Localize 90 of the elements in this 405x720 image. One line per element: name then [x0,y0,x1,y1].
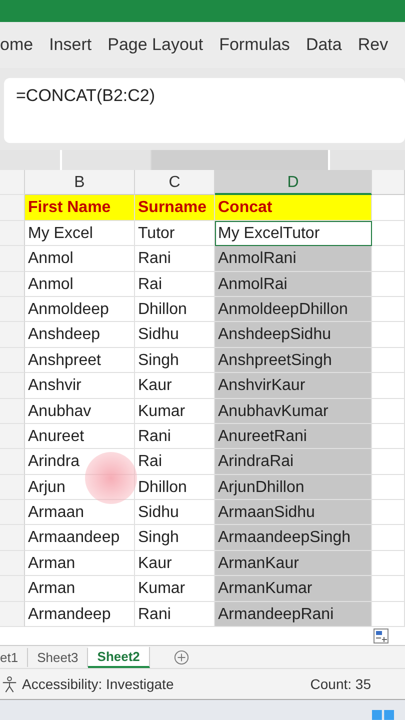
table-cell [372,195,405,221]
header-cell: First Name [25,195,135,221]
accessibility-icon[interactable] [1,676,18,692]
row-header[interactable] [0,576,25,602]
quick-analysis-icon[interactable] [373,628,389,644]
table-cell: AnmolRani [215,246,372,272]
row-header[interactable] [0,220,25,246]
row-header[interactable] [0,373,25,399]
table-cell: Anshvir [25,373,135,399]
row-header[interactable] [0,398,25,424]
table-cell [372,449,405,475]
row-header[interactable] [0,474,25,500]
row-header[interactable] [0,246,25,272]
table-cell: ArmaanSidhu [215,500,372,526]
table-cell [372,576,405,602]
table-cell [372,348,405,374]
row-header[interactable] [0,195,25,221]
table-cell: Anshdeep [25,322,135,348]
table-cell: Anubhav [25,398,135,424]
sheet-tab[interactable]: Sheet2 [88,646,150,668]
table-cell: AnubhavKumar [215,398,372,424]
table-cell [372,602,405,628]
table-cell: Armaan [25,500,135,526]
table-cell: Arindra [25,449,135,475]
table-cell: AnshdeepSidhu [215,322,372,348]
table-cell [372,220,405,246]
ribbon-tab[interactable]: Page Layout [108,35,204,55]
table-cell: ArmandeepRani [215,602,372,628]
table-cell: Arjun [25,474,135,500]
table-cell: Arman [25,576,135,602]
select-all-corner[interactable] [0,170,25,196]
table-cell [372,550,405,576]
click-indicator [85,452,137,504]
table-cell [372,500,405,526]
table-cell: My Excel [25,220,135,246]
count-status: Count: 35 [310,676,371,692]
header-cell: Concat [215,195,372,221]
table-cell [372,474,405,500]
table-cell: ArjunDhillon [215,474,372,500]
table-cell: AnshvirKaur [215,373,372,399]
ribbon-tab[interactable]: ome [0,35,34,55]
table-cell [372,296,405,322]
row-header[interactable] [0,348,25,374]
header-cell: Surname [135,195,215,221]
column-header[interactable]: B [25,170,135,196]
table-cell: Tutor [135,220,215,246]
row-header[interactable] [0,550,25,576]
table-cell: AnshpreetSingh [215,348,372,374]
row-header[interactable] [0,602,25,628]
ribbon-tab[interactable]: Formulas [219,35,290,55]
table-cell: Arman [25,550,135,576]
table-cell [372,525,405,551]
row-header[interactable] [0,500,25,526]
table-cell: AnureetRani [215,424,372,450]
column-header[interactable]: C [135,170,215,196]
column-header[interactable] [372,170,405,196]
table-cell: Anmoldeep [25,296,135,322]
row-header[interactable] [0,449,25,475]
row-header[interactable] [0,525,25,551]
table-cell [372,246,405,272]
column-header[interactable]: D [215,170,372,196]
accessibility-status[interactable]: Accessibility: Investigate [22,676,174,692]
ribbon-tab[interactable]: Insert [49,35,92,55]
table-cell [372,398,405,424]
row-header[interactable] [0,322,25,348]
table-cell [372,424,405,450]
table-cell: ArindraRai [215,449,372,475]
table-cell: ArmaandeepSingh [215,525,372,551]
ribbon-tab[interactable]: Data [306,35,342,55]
table-cell [372,322,405,348]
row-header[interactable] [0,424,25,450]
row-header[interactable] [0,272,25,297]
table-cell: My ExcelTutor [215,220,372,246]
row-header[interactable] [0,296,25,322]
ribbon-tab[interactable]: Rev [358,35,388,55]
table-cell: Anureet [25,424,135,450]
table-cell: Anmol [25,272,135,297]
sheet-tab[interactable]: et1 [0,648,28,666]
table-cell [372,373,405,399]
table-cell: ArmanKaur [215,550,372,576]
table-cell: AnmoldeepDhillon [215,296,372,322]
table-cell: Armandeep [25,602,135,628]
table-cell: Armaandeep [25,525,135,551]
add-sheet-icon[interactable] [174,650,189,664]
table-cell: Anmol [25,246,135,272]
table-cell: Anshpreet [25,348,135,374]
table-cell: AnmolRai [215,272,372,297]
table-cell: ArmanKumar [215,576,372,602]
table-cell [372,272,405,297]
formula-field[interactable]: =CONCAT(B2:C2) [4,78,405,143]
